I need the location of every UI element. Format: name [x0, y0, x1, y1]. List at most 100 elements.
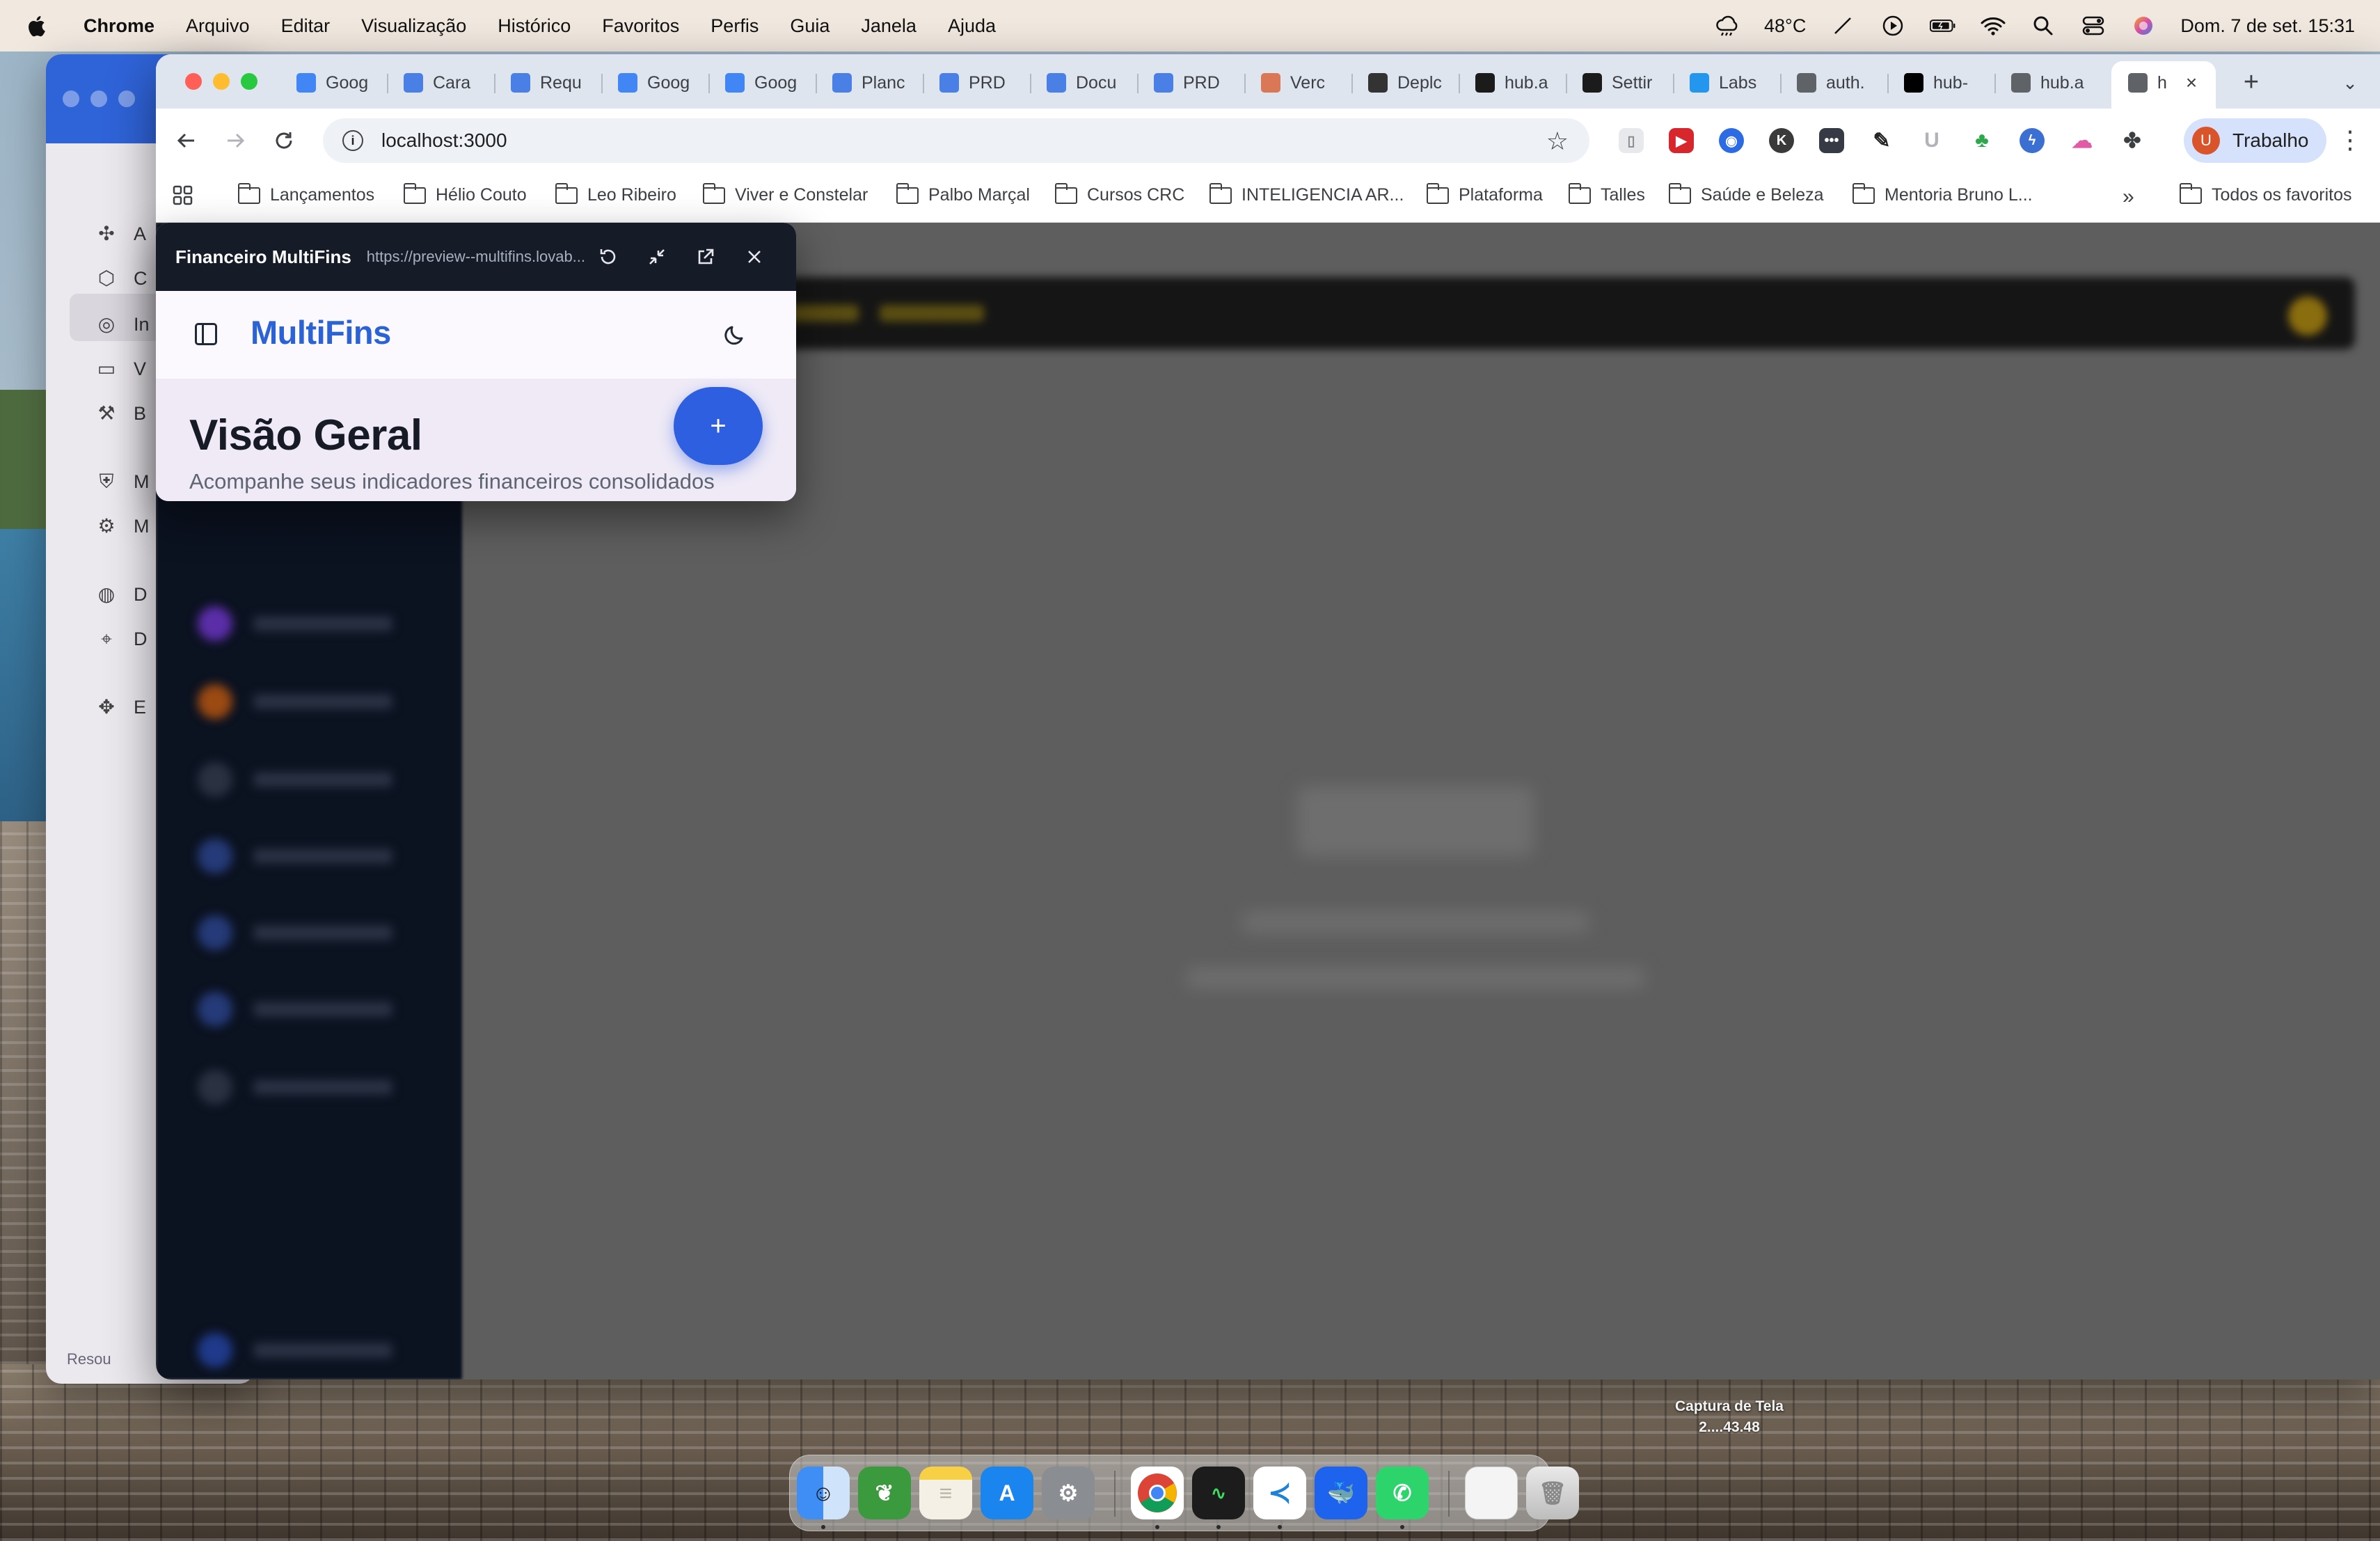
ext-cloud-icon[interactable]: ☁	[2070, 128, 2095, 153]
add-button[interactable]: +	[674, 387, 763, 465]
eyedropper-icon[interactable]: ✎	[1869, 128, 1894, 153]
apps-grid-icon[interactable]	[173, 185, 193, 206]
search-icon[interactable]	[2030, 14, 2056, 38]
bookmark-folder[interactable]: INTELIGENCIA AR...	[1209, 182, 1404, 205]
close-tab-icon[interactable]: ×	[2180, 71, 2203, 95]
bookmark-folder[interactable]: Lançamentos	[237, 182, 374, 205]
temperature-label[interactable]: 48°C	[1764, 15, 1806, 37]
bookmark-folder[interactable]: Leo Ribeiro	[555, 182, 676, 205]
trash-icon[interactable]: 🗑	[1526, 1467, 1579, 1519]
zoom-window-button[interactable]	[241, 73, 257, 90]
tab-item[interactable]: Goog	[714, 63, 811, 103]
forward-arrow-icon[interactable]	[216, 121, 255, 160]
app-store-icon[interactable]: A	[981, 1467, 1033, 1519]
tab-item[interactable]: Planc	[821, 63, 919, 103]
menu-guia[interactable]: Guia	[790, 15, 830, 37]
play-icon[interactable]	[1880, 14, 1906, 38]
bookmark-folder[interactable]: Saúde e Beleza	[1668, 182, 1824, 205]
activity-monitor-icon[interactable]: ∿	[1192, 1467, 1245, 1519]
ext-u-icon[interactable]: U	[1919, 128, 1944, 153]
extension-icon[interactable]: ▯	[1619, 128, 1644, 153]
tab-item[interactable]: Goog	[285, 63, 383, 103]
open-external-icon[interactable]	[692, 243, 720, 271]
bookmark-folder[interactable]: Mentoria Bruno L...	[1852, 182, 2033, 205]
tab-item[interactable]: Cara	[392, 63, 490, 103]
whatsapp-icon[interactable]: ✆	[1376, 1467, 1429, 1519]
bookmark-star-icon[interactable]: ☆	[1546, 127, 1569, 156]
menu-ajuda[interactable]: Ajuda	[948, 15, 996, 37]
tab-item[interactable]: PRD	[1143, 63, 1240, 103]
battery-icon[interactable]	[1930, 14, 1956, 38]
tab-item[interactable]: hub-	[1893, 63, 1990, 103]
ext-k-icon[interactable]: K	[1769, 128, 1794, 153]
close-window-button[interactable]	[185, 73, 202, 90]
new-tab-button[interactable]: +	[2235, 67, 2267, 99]
sidebar-toggle-icon[interactable]	[195, 323, 217, 345]
bookmark-folder[interactable]: Plataforma	[1426, 182, 1543, 205]
wifi-icon[interactable]	[1980, 14, 2006, 38]
docker-icon[interactable]: 🐳	[1315, 1467, 1367, 1519]
menu-historico[interactable]: Histórico	[498, 15, 571, 37]
bookmark-folder-all[interactable]: Todos os favoritos	[2179, 182, 2352, 205]
extensions-puzzle-icon[interactable]: ✤	[2120, 128, 2145, 153]
ext-bolt-icon[interactable]: ϟ	[2020, 128, 2045, 153]
url-text[interactable]: localhost:3000	[381, 129, 507, 152]
chrome-icon[interactable]	[1131, 1467, 1184, 1519]
bookmark-folder[interactable]: Viver e Constelar	[702, 182, 868, 205]
tab-item[interactable]: hub.a	[2000, 63, 2097, 103]
menu-janela[interactable]: Janela	[861, 15, 917, 37]
tab-item[interactable]: auth.	[1786, 63, 1883, 103]
brand-logo[interactable]: MultiFins	[251, 313, 391, 351]
no-pencil-icon[interactable]	[1830, 14, 1856, 38]
tab-item[interactable]: hub.a	[1464, 63, 1562, 103]
menu-perfis[interactable]: Perfis	[711, 15, 759, 37]
minimize-window-button[interactable]	[213, 73, 230, 90]
system-settings-icon[interactable]: ⚙	[1042, 1467, 1095, 1519]
ext-dots-icon[interactable]: •••	[1819, 128, 1844, 153]
more-options-icon[interactable]: ⋮	[2333, 123, 2367, 157]
vscode-icon[interactable]: ≺	[1253, 1467, 1306, 1519]
close-icon[interactable]	[740, 243, 768, 271]
moon-icon[interactable]	[721, 319, 752, 349]
siri-icon[interactable]	[2130, 14, 2157, 38]
books-icon[interactable]: ❦	[858, 1467, 911, 1519]
tab-item[interactable]: Deplc	[1357, 63, 1454, 103]
control-center-icon[interactable]	[2080, 14, 2107, 38]
tab-item[interactable]: Labs	[1679, 63, 1776, 103]
evernote-icon[interactable]: ♣	[1969, 128, 1994, 153]
profile-button[interactable]: U Trabalho	[2184, 118, 2327, 163]
more-bookmarks-chevron-icon[interactable]: »	[2123, 185, 2134, 209]
tab-item[interactable]: Verc	[1250, 63, 1347, 103]
bookmark-folder[interactable]: Talles	[1568, 182, 1645, 205]
preview-panel-url[interactable]: https://preview--multifins.lovab...	[367, 248, 603, 266]
back-arrow-icon[interactable]	[167, 121, 206, 160]
address-bar[interactable]: i localhost:3000 ☆	[323, 118, 1589, 163]
collapse-icon[interactable]	[643, 243, 671, 271]
notes-icon[interactable]: ≡	[919, 1467, 972, 1519]
youtube-ext-icon[interactable]: ▶	[1669, 128, 1694, 153]
screenshot-file-label[interactable]: Captura de Tela 2....43.48	[1670, 1396, 1788, 1438]
datetime-label[interactable]: Dom. 7 de set. 15:31	[2180, 15, 2355, 37]
reload-icon[interactable]	[594, 243, 622, 271]
tab-item[interactable]: Requ	[500, 63, 597, 103]
site-info-icon[interactable]: i	[342, 130, 363, 151]
tab-item[interactable]: Goog	[607, 63, 704, 103]
document-icon[interactable]	[1465, 1467, 1518, 1519]
bookmark-folder[interactable]: Hélio Couto	[403, 182, 527, 205]
finder-icon[interactable]: ☺	[797, 1467, 850, 1519]
tab-item[interactable]: PRD	[928, 63, 1026, 103]
menu-favoritos[interactable]: Favoritos	[602, 15, 679, 37]
tab-item[interactable]: Settir	[1571, 63, 1669, 103]
preview-panel[interactable]: Financeiro MultiFins https://preview--mu…	[156, 223, 796, 501]
menu-arquivo[interactable]: Arquivo	[186, 15, 250, 37]
menu-editar[interactable]: Editar	[281, 15, 331, 37]
bookmark-folder[interactable]: Cursos CRC	[1054, 182, 1184, 205]
tab-item[interactable]: h	[2117, 63, 2173, 103]
weather-icon[interactable]	[1714, 14, 1740, 38]
apple-icon[interactable]	[25, 14, 46, 38]
tab-item[interactable]: Docu	[1036, 63, 1133, 103]
ext-blue-icon[interactable]: ◉	[1719, 128, 1744, 153]
menu-visualizacao[interactable]: Visualização	[361, 15, 466, 37]
bookmark-folder[interactable]: Palbo Marçal	[896, 182, 1030, 205]
menu-app-name[interactable]: Chrome	[84, 15, 154, 37]
